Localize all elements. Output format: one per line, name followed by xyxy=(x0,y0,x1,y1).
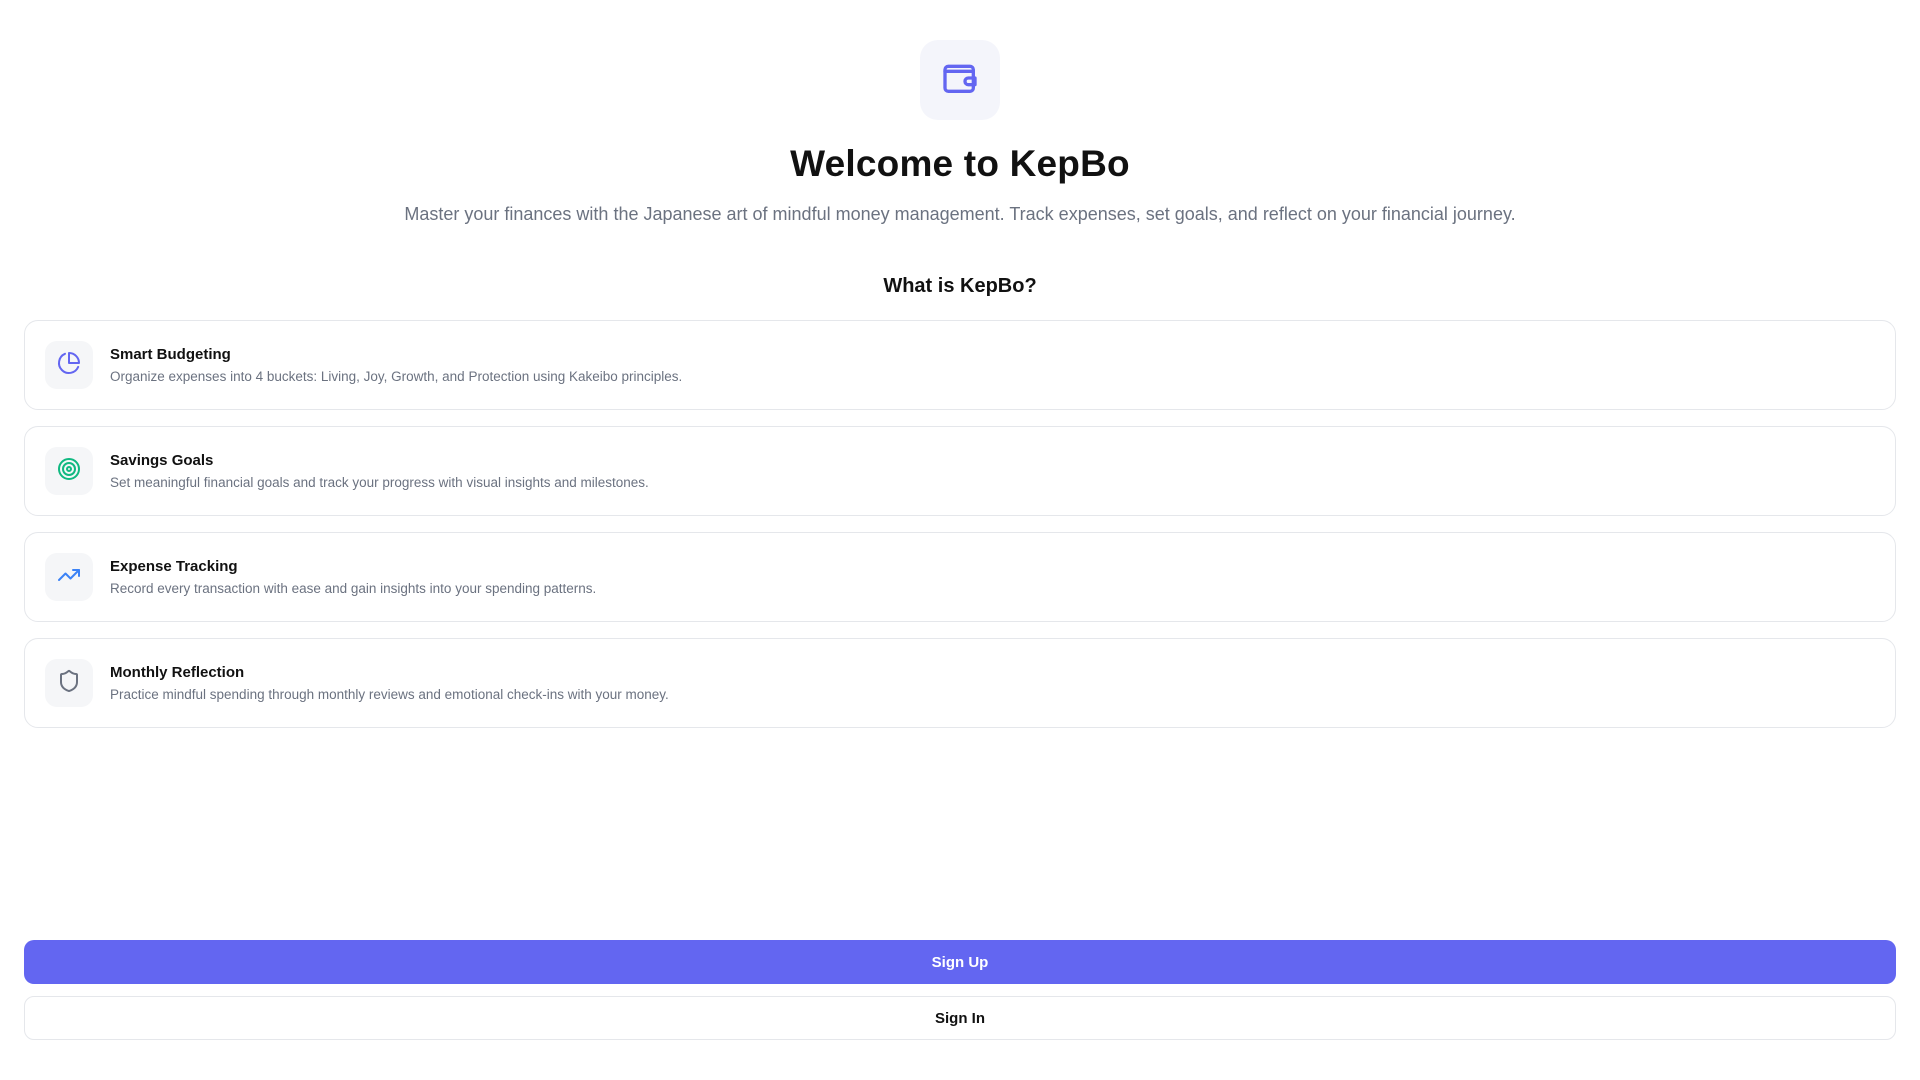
feature-title: Expense Tracking xyxy=(110,557,238,575)
feature-text: Savings Goals Set meaningful financial g… xyxy=(110,451,649,492)
sign-in-button[interactable]: Sign In xyxy=(24,996,1896,1040)
hero: Welcome to KepBo Master your finances wi… xyxy=(0,0,1920,298)
feature-icon-tile xyxy=(45,341,93,389)
section-heading: What is KepBo? xyxy=(883,275,1037,298)
feature-description: Practice mindful spending through monthl… xyxy=(110,686,669,702)
feature-card-savings-goals: Savings Goals Set meaningful financial g… xyxy=(24,426,1896,516)
feature-title: Monthly Reflection xyxy=(110,663,245,681)
auth-actions: Sign Up Sign In xyxy=(24,940,1896,1040)
welcome-page: Welcome to KepBo Master your finances wi… xyxy=(0,0,1920,1080)
feature-title: Savings Goals xyxy=(110,451,214,469)
feature-card-expense-tracking: Expense Tracking Record every transactio… xyxy=(24,532,1896,622)
trending-up-icon xyxy=(57,563,81,592)
feature-text: Monthly Reflection Practice mindful spen… xyxy=(110,663,669,704)
feature-icon-tile xyxy=(45,553,93,601)
shield-icon xyxy=(57,669,81,698)
feature-card-monthly-reflection: Monthly Reflection Practice mindful spen… xyxy=(24,638,1896,728)
pie-chart-icon xyxy=(57,351,81,380)
wallet-icon xyxy=(940,58,980,103)
feature-description: Record every transaction with ease and g… xyxy=(110,580,597,596)
feature-title: Smart Budgeting xyxy=(110,345,231,363)
feature-text: Smart Budgeting Organize expenses into 4… xyxy=(110,345,682,386)
page-subtitle: Master your finances with the Japanese a… xyxy=(404,203,1516,224)
feature-description: Set meaningful financial goals and track… xyxy=(110,474,649,490)
sign-up-button[interactable]: Sign Up xyxy=(24,940,1896,984)
page-title: Welcome to KepBo xyxy=(790,143,1130,184)
logo-tile xyxy=(920,40,1000,120)
feature-list: Smart Budgeting Organize expenses into 4… xyxy=(24,320,1896,744)
feature-icon-tile xyxy=(45,447,93,495)
target-icon xyxy=(57,457,81,486)
feature-icon-tile xyxy=(45,659,93,707)
feature-text: Expense Tracking Record every transactio… xyxy=(110,557,596,598)
feature-description: Organize expenses into 4 buckets: Living… xyxy=(110,368,683,384)
feature-card-smart-budgeting: Smart Budgeting Organize expenses into 4… xyxy=(24,320,1896,410)
